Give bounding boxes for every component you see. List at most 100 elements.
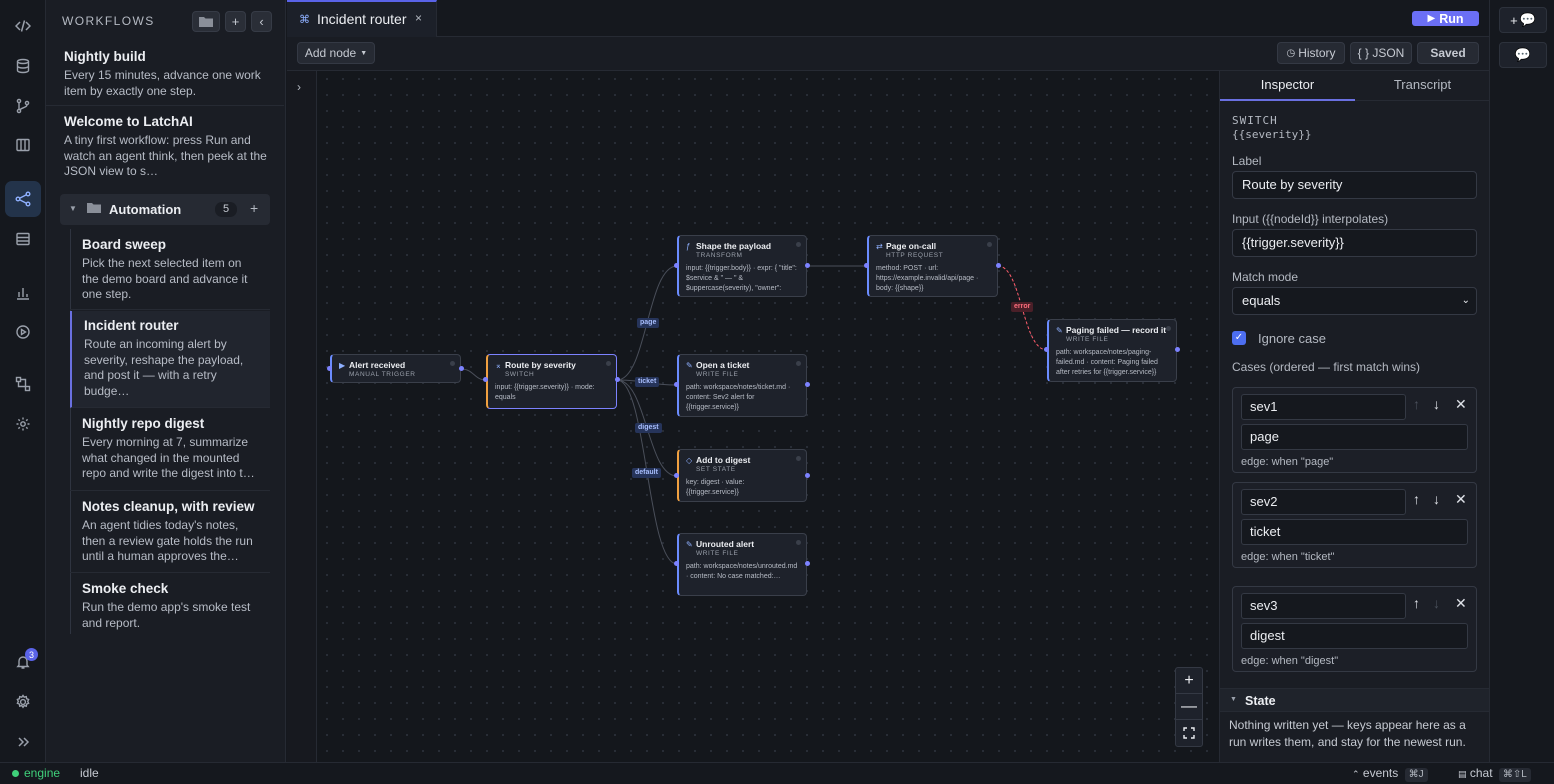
ignore-case-checkbox[interactable]: ✓ xyxy=(1232,331,1246,345)
folder-add-icon[interactable]: + xyxy=(250,200,258,216)
workflow-canvas[interactable]: › page ticket digest default error ▶ Ale… xyxy=(287,71,1219,762)
workflow-item-nightly-build[interactable]: Nightly build Every 15 minutes, advance … xyxy=(46,42,284,106)
play-circle-icon[interactable] xyxy=(5,314,41,350)
workflow-item-welcome[interactable]: Welcome to LatchAI A tiny first workflow… xyxy=(46,107,284,187)
fit-view-icon[interactable] xyxy=(1176,720,1202,746)
node-body: input: {{trigger.severity}} · mode: equa… xyxy=(495,384,595,401)
chart-icon[interactable] xyxy=(5,275,41,311)
node-paging-failed[interactable]: ✎ Paging failed — record it WRITE FILE p… xyxy=(1047,319,1177,382)
add-workflow-icon[interactable]: + xyxy=(225,11,246,32)
case-key-input[interactable]: sev2 xyxy=(1241,489,1406,515)
chevron-down-icon[interactable]: ▼ xyxy=(69,204,77,213)
case-edge-hint: edge: when "digest" xyxy=(1241,655,1339,667)
handle-out[interactable] xyxy=(805,382,810,387)
chat-toggle[interactable]: ▤ chat ⌘⇧L xyxy=(1458,766,1531,782)
play-icon: ▶ xyxy=(1427,13,1436,24)
match-mode-value: equals xyxy=(1242,293,1281,308)
case-key-input[interactable]: sev3 xyxy=(1241,593,1406,619)
handle-out[interactable] xyxy=(805,263,810,268)
move-down-icon[interactable]: ↓ xyxy=(1433,491,1440,507)
handle-in[interactable] xyxy=(674,473,679,478)
node-body: path: workspace/notes/ticket.md · conten… xyxy=(686,384,791,411)
handle-in[interactable] xyxy=(674,561,679,566)
handle-in[interactable] xyxy=(864,263,869,268)
new-chat-button[interactable]: + 💬 xyxy=(1499,7,1547,33)
pencil-icon: ✎ xyxy=(686,361,693,370)
case-value-input[interactable]: ticket xyxy=(1241,519,1468,545)
remove-case-icon[interactable]: ✕ xyxy=(1455,396,1467,413)
handle-in[interactable] xyxy=(1044,347,1049,352)
table-icon[interactable] xyxy=(5,221,41,257)
zoom-in-icon[interactable]: + xyxy=(1176,668,1202,694)
remove-case-icon[interactable]: ✕ xyxy=(1455,595,1467,612)
move-up-icon[interactable]: ↑ xyxy=(1413,491,1420,507)
json-button[interactable]: { } JSON xyxy=(1350,42,1412,64)
workflow-item-smoke-check[interactable]: Smoke check Run the demo app's smoke tes… xyxy=(70,574,270,636)
tab-inspector[interactable]: Inspector xyxy=(1220,71,1355,101)
state-section-header[interactable]: ▼ State xyxy=(1220,688,1489,712)
node-expression: {{severity}} xyxy=(1232,128,1312,141)
expand-icon[interactable] xyxy=(5,724,41,760)
history-label: History xyxy=(1298,46,1336,60)
handle-in[interactable] xyxy=(327,366,332,371)
handle-in[interactable] xyxy=(674,382,679,387)
collapse-sidebar-icon[interactable]: ‹ xyxy=(251,11,272,32)
run-status: idle xyxy=(80,766,99,780)
cases-label: Cases (ordered — first match wins) xyxy=(1232,360,1421,374)
node-type: WRITE FILE xyxy=(696,550,739,557)
events-toggle[interactable]: ⌃ events ⌘J xyxy=(1352,766,1428,782)
handle-in[interactable] xyxy=(483,377,488,382)
board-icon[interactable] xyxy=(5,127,41,163)
node-unrouted-alert[interactable]: ✎ Unrouted alert WRITE FILE path: worksp… xyxy=(677,533,807,596)
case-value-input[interactable]: page xyxy=(1241,424,1468,450)
handle-out[interactable] xyxy=(459,366,464,371)
remove-case-icon[interactable]: ✕ xyxy=(1455,491,1467,508)
graph-icon[interactable] xyxy=(5,366,41,402)
handle-out[interactable] xyxy=(996,263,1001,268)
node-open-ticket[interactable]: ✎ Open a ticket WRITE FILE path: workspa… xyxy=(677,354,807,417)
label-input[interactable]: Route by severity xyxy=(1232,171,1477,199)
workflow-title: Smoke check xyxy=(82,581,169,596)
node-alert-received[interactable]: ▶ Alert received MANUAL TRIGGER xyxy=(330,354,461,383)
move-down-icon[interactable]: ↓ xyxy=(1433,396,1440,412)
node-shape-payload[interactable]: ƒ Shape the payload TRANSFORM input: {{t… xyxy=(677,235,807,297)
input-expression-field[interactable]: {{trigger.severity}} xyxy=(1232,229,1477,257)
gear-icon[interactable] xyxy=(5,684,41,720)
folder-icon xyxy=(87,203,101,213)
workflow-item-incident-router[interactable]: Incident router Route an incoming alert … xyxy=(70,311,270,408)
code-icon[interactable] xyxy=(5,8,41,44)
folder-automation[interactable]: ▼ Automation 5 + xyxy=(60,194,270,225)
handle-in[interactable] xyxy=(674,263,679,268)
workflow-item-board-sweep[interactable]: Board sweep Pick the next selected item … xyxy=(70,230,270,310)
handle-out[interactable] xyxy=(1175,347,1180,352)
bell-icon[interactable]: 3 xyxy=(5,644,41,680)
zoom-out-icon[interactable]: — xyxy=(1176,694,1202,720)
tab-incident-router[interactable]: ⌘ Incident router × xyxy=(287,0,437,37)
handle-out[interactable] xyxy=(615,377,620,382)
close-tab-icon[interactable]: × xyxy=(415,11,422,25)
tab-transcript[interactable]: Transcript xyxy=(1355,71,1489,101)
case-value-input[interactable]: digest xyxy=(1241,623,1468,649)
workflow-item-nightly-repo-digest[interactable]: Nightly repo digest Every morning at 7, … xyxy=(70,409,270,491)
workflow-item-notes-cleanup[interactable]: Notes cleanup, with review An agent tidi… xyxy=(70,492,270,573)
node-add-to-digest[interactable]: ◇ Add to digest SET STATE key: digest · … xyxy=(677,449,807,502)
move-up-icon[interactable]: ↑ xyxy=(1413,595,1420,611)
case-key-input[interactable]: sev1 xyxy=(1241,394,1406,420)
node-status-dot xyxy=(987,242,992,247)
settings-cog-icon[interactable] xyxy=(5,406,41,442)
run-button[interactable]: ▶ Run xyxy=(1412,11,1479,26)
workflow-desc: Every 15 minutes, advance one work item … xyxy=(64,68,261,98)
node-route-by-severity[interactable]: ⌅ Route by severity SWITCH input: {{trig… xyxy=(486,354,617,409)
database-icon[interactable] xyxy=(5,48,41,84)
folder-icon[interactable] xyxy=(192,11,220,32)
handle-out[interactable] xyxy=(805,561,810,566)
editor: ⌘ Incident router × ▶ Run Add node ▼ ◷ H… xyxy=(287,0,1489,762)
handle-out[interactable] xyxy=(805,473,810,478)
match-mode-select[interactable]: equals ⌄ xyxy=(1232,287,1477,315)
branch-icon[interactable] xyxy=(5,88,41,124)
node-page-on-call[interactable]: ⇄ Page on-call HTTP REQUEST method: POST… xyxy=(867,235,998,297)
history-button[interactable]: ◷ History xyxy=(1277,42,1345,64)
chat-bubble-icon[interactable]: 💬 xyxy=(1499,42,1547,68)
add-node-button[interactable]: Add node ▼ xyxy=(297,42,375,64)
workflow-icon[interactable] xyxy=(5,181,41,217)
